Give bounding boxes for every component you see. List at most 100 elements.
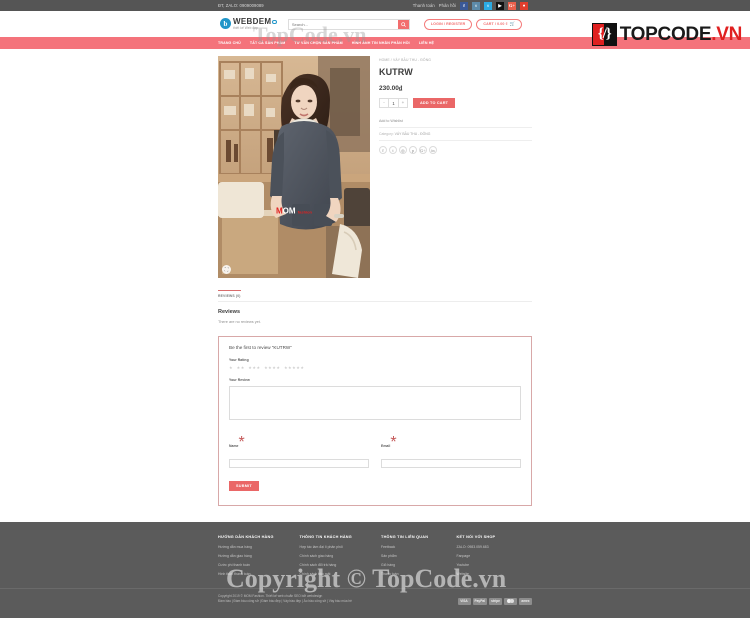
footer-link[interactable]: Feetback	[381, 545, 456, 549]
rating-4-stars[interactable]: ★ ★ ★ ★	[264, 366, 280, 370]
footer-column-related: THÔNG TIN LIÊN QUAN Feetback Sản phẩm Gi…	[381, 535, 456, 581]
tumblr-icon[interactable]: t	[472, 1, 480, 10]
footer-link[interactable]: Cước phí thanh toán	[218, 563, 300, 567]
email-label: Email	[381, 444, 391, 448]
category-value[interactable]: VÁY BẦU THU - ĐÔNG	[395, 132, 431, 136]
footer-link[interactable]: Giỏ hàng	[381, 563, 456, 567]
rating-1-star[interactable]: ★	[229, 366, 233, 370]
breadcrumb[interactable]: HOME / VÁY BẦU THU - ĐÔNG	[379, 58, 532, 62]
logo-subtitle: thiết kế Web đẹp	[233, 25, 258, 30]
footer-link[interactable]: ZALO: 0983.059.683	[457, 545, 532, 549]
twitter-icon[interactable]: t	[389, 146, 397, 154]
linkedin-icon[interactable]: in	[429, 146, 437, 154]
footer-link[interactable]: Hướng dẫn mua hàng	[218, 545, 300, 549]
footer-link[interactable]: Chính sách đổi trả hàng	[300, 563, 382, 567]
rss-icon[interactable]: ●	[520, 1, 528, 10]
footer-link[interactable]: Fanpage	[457, 554, 532, 558]
rating-3-stars[interactable]: ★ ★ ★	[248, 366, 260, 370]
footer-link[interactable]: Website	[457, 572, 532, 576]
topcode-badge-icon: {/}	[591, 23, 617, 46]
topbar-phone: ĐT, ZALO: 0909009089	[218, 3, 264, 8]
site-footer: HƯỚNG DẪN KHÁCH HÀNG Hướng dẫn mua hàng …	[0, 522, 750, 618]
pinterest-icon[interactable]: p	[409, 146, 417, 154]
product-tabs: REVIEWS (0)	[218, 290, 532, 302]
cart-button[interactable]: CART / 0.00 ₫ 🛒	[476, 18, 523, 30]
name-field-group: Name*	[229, 434, 369, 470]
submit-button[interactable]: SUBMIT	[229, 481, 259, 491]
name-label: Name	[229, 444, 239, 448]
footer-link[interactable]: Hợp tác làm đại lí phân phối	[300, 545, 382, 549]
review-textarea-label: Your Review	[229, 378, 250, 382]
quantity-stepper[interactable]: - +	[379, 98, 408, 108]
footer-link[interactable]: Hình thức thanh toán	[218, 572, 300, 576]
rating-2-stars[interactable]: ★ ★	[237, 366, 245, 370]
footer-link[interactable]: Chính sách giao hàng	[300, 554, 382, 558]
twitter-icon[interactable]: t	[484, 1, 492, 10]
add-to-wishlist-link[interactable]: Add to Wishlist	[379, 119, 532, 128]
cart-icon: 🛒	[509, 21, 516, 26]
site-logo[interactable]: b WEBDEM thiết kế Web đẹp	[220, 17, 277, 30]
nav-item-contact[interactable]: LIÊN HỆ	[419, 41, 434, 45]
topbar-right-group: Thanh toán Phản hồi f t t ▶ G+ ●	[413, 1, 528, 10]
product-price: 230.00₫	[379, 85, 532, 92]
email-field[interactable]	[381, 459, 521, 468]
quantity-input[interactable]	[388, 99, 399, 107]
mastercard-icon	[504, 597, 517, 605]
product-photo	[218, 56, 370, 278]
footer-column-connect: KẾT NỐI VỚI SHOP ZALO: 0983.059.683 Fanp…	[457, 535, 532, 581]
logo-mark-icon: b	[220, 18, 231, 30]
reviews-empty-text: There are no reviews yet.	[218, 320, 261, 324]
topbar-link-feedback[interactable]: Phản hồi	[439, 3, 456, 8]
youtube-icon[interactable]: ▶	[496, 1, 504, 10]
footer-column-title: THÔNG TIN KHÁCH HÀNG	[299, 535, 352, 539]
add-to-cart-button[interactable]: ADD TO CART	[413, 98, 456, 108]
topcode-word-red: .VN	[711, 23, 742, 45]
footer-link[interactable]: Youtube	[457, 563, 532, 567]
google-plus-icon[interactable]: G+	[508, 1, 516, 10]
review-textarea[interactable]	[229, 386, 521, 420]
watermark-m: M	[275, 206, 283, 216]
login-register-button[interactable]: LOGIN / REGISTER	[423, 18, 473, 30]
facebook-icon[interactable]: f	[379, 146, 387, 154]
google-plus-icon[interactable]: G+	[419, 146, 427, 154]
zoom-icon[interactable]: ⛶	[222, 265, 231, 274]
logo-text-block: WEBDEM thiết kế Web đẹp	[233, 17, 277, 30]
rating-5-stars[interactable]: ★ ★ ★ ★ ★	[284, 366, 304, 370]
topcode-wordmark: TOPCODE.VN	[620, 23, 743, 46]
rating-stars[interactable]: ★ ★ ★ ★ ★ ★ ★ ★ ★ ★ ★ ★ ★ ★ ★	[229, 366, 521, 370]
search-button[interactable]	[397, 19, 409, 29]
instagram-icon[interactable]: ◎	[399, 146, 407, 154]
paypal-icon: PayPal	[472, 597, 487, 605]
search-input[interactable]	[288, 19, 398, 29]
footer-link[interactable]: Chính sách bảo mật	[300, 572, 382, 576]
nav-item-all-products[interactable]: TẤT CẢ SẢN PHẨM	[250, 41, 286, 45]
topbar-link-payment[interactable]: Thanh toán	[413, 3, 435, 8]
nav-item-feedback-images[interactable]: HÌNH ẢNH TIN NHẮN PHẢN HỒI	[352, 41, 410, 45]
footer-column-customer-info: THÔNG TIN KHÁCH HÀNG Hợp tác làm đại lí …	[300, 535, 382, 581]
product-image-watermark: MOM fashion	[276, 207, 312, 216]
top-bar: ĐT, ZALO: 0909009089 Thanh toán Phản hồi…	[0, 0, 750, 11]
header-actions: LOGIN / REGISTER CART / 0.00 ₫ 🛒	[423, 18, 523, 30]
product-gallery[interactable]: MOM fashion ⛶	[218, 56, 370, 278]
facebook-icon[interactable]: f	[460, 1, 468, 10]
footer-link[interactable]: Hướng dẫn giao hàng	[218, 554, 300, 558]
product-category: Category: VÁY BẦU THU - ĐÔNG	[379, 132, 532, 141]
rating-label: Your Rating	[229, 358, 249, 362]
footer-link[interactable]: Thanh toán	[381, 572, 456, 576]
quantity-decrease-button[interactable]: -	[380, 99, 388, 107]
footer-link[interactable]: Sản phẩm	[381, 554, 456, 558]
reviews-heading: Reviews	[218, 309, 241, 315]
footer-tags[interactable]: Đầm bầu | Đầm bầu công sở | Đầm bầu đẹp …	[218, 599, 352, 604]
watermark-om: OM	[282, 206, 296, 216]
tab-reviews[interactable]: REVIEWS (0)	[218, 290, 241, 301]
watermark-brand: fashion	[297, 209, 313, 215]
nav-item-home[interactable]: TRANG CHỦ	[218, 41, 241, 45]
search-box[interactable]	[287, 18, 410, 30]
quantity-increase-button[interactable]: +	[399, 99, 407, 107]
product-summary: HOME / VÁY BẦU THU - ĐÔNG KUTRW 230.00₫ …	[379, 56, 532, 278]
nav-item-product-advice[interactable]: TƯ VẤN CHỌN SẢN PHẨM	[294, 41, 342, 45]
footer-column-title: HƯỚNG DẪN KHÁCH HÀNG	[218, 535, 274, 539]
topcode-brand-logo: {/} TOPCODE.VN	[591, 23, 743, 46]
name-field[interactable]	[229, 459, 369, 468]
payment-methods: VISA PayPal stripe amex	[457, 597, 532, 605]
